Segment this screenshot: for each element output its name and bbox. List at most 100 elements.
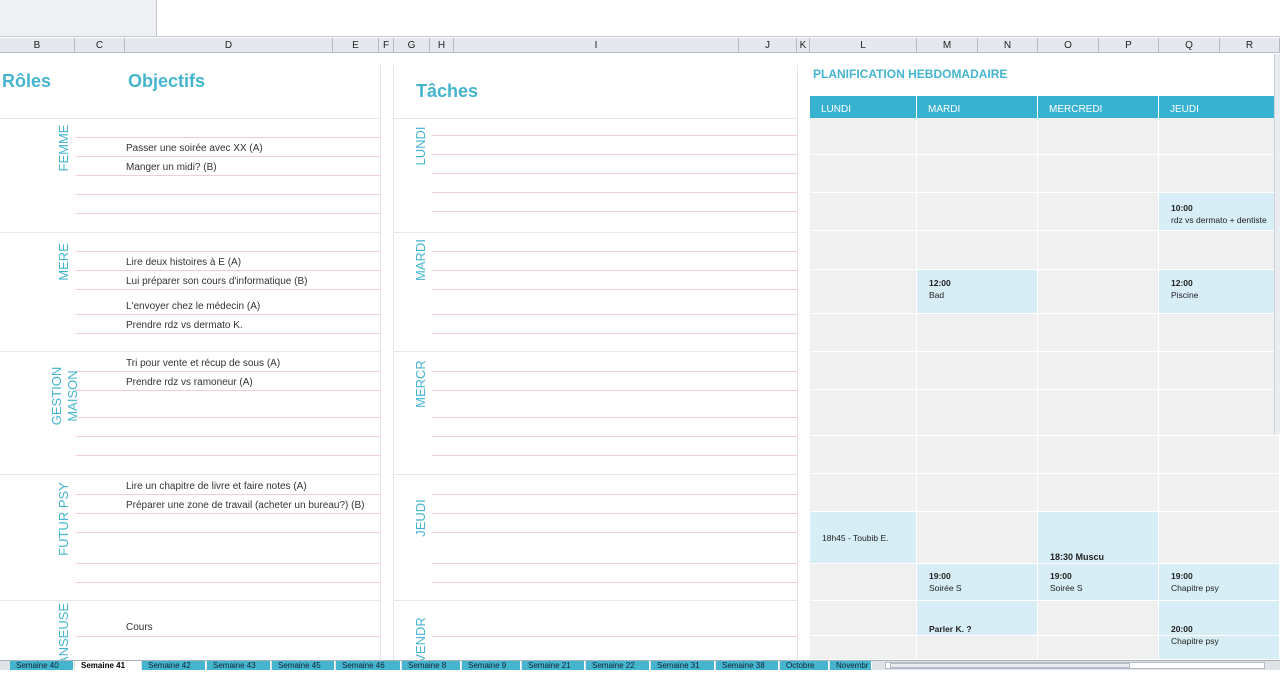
planning-cell[interactable] [810, 118, 917, 155]
sheet-tab[interactable]: Semaine 22 [586, 661, 650, 670]
col-header[interactable]: J [739, 38, 797, 53]
col-header[interactable]: K [797, 38, 810, 53]
rule-line [76, 436, 380, 437]
planning-cell[interactable] [1159, 231, 1280, 270]
planning-cell[interactable] [810, 601, 917, 636]
rule-line [76, 532, 380, 533]
sheet-tab[interactable]: Semaine 42 [142, 661, 206, 670]
sheet-tab[interactable]: Semaine 45 [272, 661, 335, 670]
col-header[interactable]: L [810, 38, 917, 53]
planning-cell[interactable] [917, 474, 1038, 512]
col-header[interactable]: D [125, 38, 333, 53]
planning-cell[interactable] [1038, 352, 1159, 390]
panel-divider [380, 65, 381, 660]
planning-cell[interactable] [810, 436, 917, 474]
col-header[interactable]: E [333, 38, 379, 53]
planning-cell[interactable] [1159, 352, 1280, 390]
planning-cell[interactable] [917, 155, 1038, 193]
col-header[interactable]: O [1038, 38, 1099, 53]
rule-line [76, 513, 380, 514]
formula-bar[interactable] [157, 0, 1280, 37]
sheet-tab[interactable]: Semaine 21 [522, 661, 585, 670]
planning-cell[interactable] [1038, 314, 1159, 352]
planning-cell[interactable] [1159, 155, 1280, 193]
planning-cell[interactable] [917, 512, 1038, 564]
sheet-tab[interactable]: Octobre [780, 661, 829, 670]
planning-cell[interactable] [917, 193, 1038, 231]
planning-cell[interactable] [810, 564, 917, 601]
rule-line [432, 494, 797, 495]
planning-cell[interactable] [810, 474, 917, 512]
col-header[interactable]: H [430, 38, 454, 53]
planning-cell[interactable] [917, 352, 1038, 390]
planning-cell[interactable] [810, 636, 917, 660]
col-header[interactable]: F [379, 38, 394, 53]
planning-cell[interactable] [1159, 474, 1280, 512]
planning-cell[interactable] [1159, 314, 1280, 352]
col-header[interactable]: M [917, 38, 978, 53]
sheet-tab[interactable]: Semaine 40 [10, 661, 74, 670]
planning-cell[interactable] [1159, 436, 1280, 474]
rule-line [76, 390, 380, 391]
rule-line [432, 289, 797, 290]
rule-line [432, 211, 797, 212]
horizontal-scroll-thumb[interactable] [890, 663, 1130, 668]
planning-cell[interactable] [1038, 231, 1159, 270]
planning-cell[interactable] [810, 193, 917, 231]
planning-cell[interactable] [810, 270, 917, 314]
planning-cell[interactable] [1038, 601, 1159, 636]
sheet-tab[interactable]: Semaine 41 [75, 661, 141, 670]
planning-cell[interactable] [1038, 390, 1159, 436]
section-separator [393, 351, 797, 352]
rule-line [76, 270, 380, 271]
col-header[interactable]: C [75, 38, 125, 53]
vertical-scrollbar[interactable] [1274, 54, 1280, 434]
planning-cell[interactable] [1038, 118, 1159, 155]
rule-line [76, 314, 380, 315]
sheet-tab[interactable]: Semaine 9 [462, 661, 521, 670]
planning-cell[interactable] [917, 390, 1038, 436]
planning-cell[interactable] [810, 352, 917, 390]
planning-cell[interactable] [917, 314, 1038, 352]
sheet-tab[interactable]: Semaine 31 [651, 661, 715, 670]
sheet-tab[interactable]: Semaine 8 [402, 661, 461, 670]
role-label-mere: MERE [56, 243, 71, 281]
planning-cell[interactable] [917, 118, 1038, 155]
goal-item: Lire un chapitre de livre et faire notes… [126, 481, 307, 492]
planning-cell[interactable] [917, 231, 1038, 270]
col-header[interactable]: I [454, 38, 739, 53]
rule-line [76, 371, 380, 372]
planning-cell[interactable] [1159, 118, 1280, 155]
planning-cell[interactable] [1038, 270, 1159, 314]
column-headers: B C D E F G H I J K L M N O P Q R [0, 38, 1280, 53]
planning-cell[interactable] [1038, 636, 1159, 660]
sheet-tab[interactable]: Semaine 46 [336, 661, 401, 670]
planning-cell[interactable] [1159, 512, 1280, 564]
planning-cell[interactable] [810, 390, 917, 436]
rule-line [76, 636, 380, 637]
col-header[interactable]: B [0, 38, 75, 53]
planning-cell[interactable] [810, 155, 917, 193]
rule-line [432, 417, 797, 418]
col-header[interactable]: N [978, 38, 1038, 53]
planning-cell[interactable] [1038, 193, 1159, 231]
sheet-tab[interactable]: Novembr [830, 661, 872, 670]
planning-cell[interactable] [1038, 436, 1159, 474]
planning-cell[interactable] [917, 636, 1038, 660]
col-header[interactable]: P [1099, 38, 1159, 53]
planning-cell[interactable] [1038, 474, 1159, 512]
sheet-tab[interactable]: Semaine 43 [207, 661, 271, 670]
planning-cell[interactable] [1038, 155, 1159, 193]
sheet-tab[interactable]: Semaine 38 [716, 661, 779, 670]
panel-divider [797, 65, 798, 660]
planning-cell[interactable] [810, 314, 917, 352]
col-header[interactable]: Q [1159, 38, 1220, 53]
col-header[interactable]: R [1220, 38, 1280, 53]
name-box[interactable] [0, 0, 157, 37]
task-day-mardi: MARDI [413, 239, 428, 281]
planning-cell[interactable] [810, 231, 917, 270]
col-header[interactable]: G [394, 38, 430, 53]
planning-cell[interactable] [1159, 390, 1280, 436]
rule-line [432, 436, 797, 437]
planning-cell[interactable] [917, 436, 1038, 474]
